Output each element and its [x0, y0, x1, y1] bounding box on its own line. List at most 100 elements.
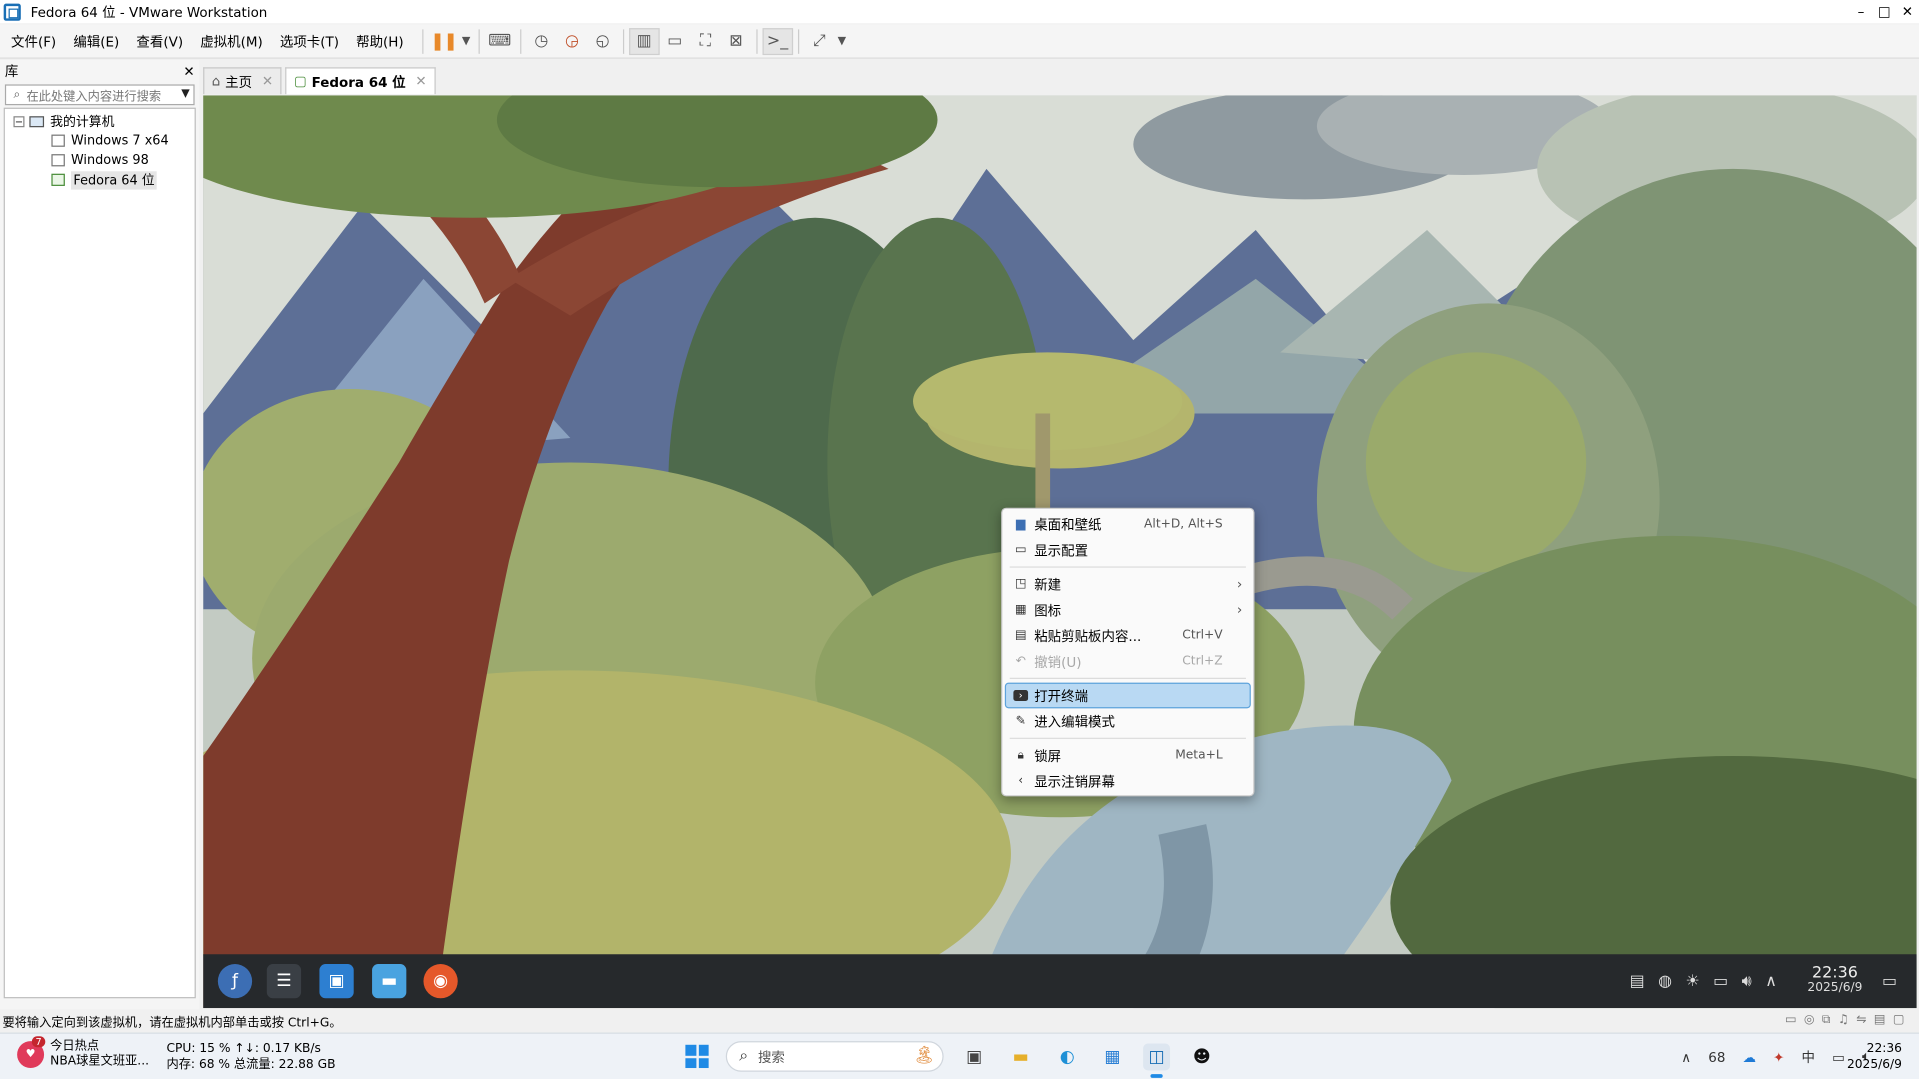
menu-item-display-config[interactable]: ▭ 显示配置 [1002, 537, 1253, 563]
toolbar-separator [622, 28, 624, 54]
stretch-dropdown-icon[interactable]: ▼ [834, 28, 849, 55]
menu-item-label: 撤销(U) [1034, 653, 1082, 670]
qq-icon[interactable]: ☻ [1188, 1044, 1215, 1071]
library-search-input[interactable]: ⌕ 在此处键入内容进行搜索 ▼ [4, 84, 195, 106]
menu-item-open-terminal[interactable]: › 打开终端 [1004, 682, 1251, 709]
volume-icon[interactable]: 🔊︎ [1742, 972, 1752, 990]
chevron-left-icon: ‹ [1018, 774, 1024, 788]
network-icon[interactable]: ◍ [1658, 972, 1672, 990]
menu-view[interactable]: 查看(V) [130, 31, 189, 51]
menu-file[interactable]: 文件(F) [5, 31, 62, 51]
firefox-icon[interactable]: ◉ [423, 964, 458, 999]
menu-item-label: 打开终端 [1034, 688, 1089, 705]
cdrom-icon[interactable]: ◎ [1804, 1013, 1815, 1026]
hdd-icon[interactable]: ▭ [1785, 1013, 1797, 1026]
library-close-icon[interactable]: ✕ [183, 63, 194, 79]
display-tray-icon[interactable]: ▭ [1713, 972, 1728, 990]
show-library-icon[interactable]: ▥ [628, 27, 660, 55]
tab-home[interactable]: ⌂ 主页 ✕ [203, 67, 282, 95]
snapshot-manager-icon[interactable]: ◵ [587, 28, 618, 55]
fullscreen-icon[interactable]: ⛶ [690, 28, 721, 55]
tray-expand-icon[interactable]: ∧ [1765, 972, 1777, 990]
tray-count[interactable]: 68 [1708, 1049, 1725, 1065]
title-bar: Fedora 64 位 - VMware Workstation – □ ✕ [0, 0, 1919, 24]
tree-node-fedora[interactable]: Fedora 64 位 [5, 170, 195, 190]
tab-close-icon[interactable]: ✕ [415, 73, 426, 89]
pause-icon[interactable]: ❚❚ [428, 28, 459, 55]
device-icons: ▭ ◎ ⧉ ♫ ⇋ ▤ ▢ [1778, 1013, 1905, 1026]
sound-card-icon[interactable]: ♫ [1838, 1013, 1849, 1026]
revert-snapshot-icon[interactable]: ◶ [557, 28, 588, 55]
ime-indicator[interactable]: 中 [1802, 1047, 1815, 1067]
unity-icon[interactable]: ⊠ [721, 28, 752, 55]
windows-taskbar: ♥ 7 今日热点 NBA球星文班亚... CPU: 15 % ↑↓: 0.17 K… [0, 1032, 1919, 1079]
windows-clock[interactable]: 22:36 2025/6/9 [1847, 1041, 1902, 1073]
security-icon[interactable]: ✦ [1773, 1049, 1784, 1065]
computer-icon [29, 115, 45, 127]
submenu-arrow-icon: › [1236, 576, 1243, 593]
system-settings-icon[interactable]: ☰ [266, 964, 302, 999]
performance-monitor: CPU: 15 % ↑↓: 0.17 KB/s 内存: 68 % 总流量: 22… [166, 1041, 335, 1073]
tree-node-windows98[interactable]: Windows 98 [5, 150, 195, 170]
collapse-icon[interactable]: − [13, 115, 25, 127]
undo-icon: ↶ [1015, 654, 1026, 668]
menu-item-label: 粘贴剪贴板内容... [1034, 628, 1142, 645]
thumbnail-bar-icon[interactable]: ▭ [659, 28, 690, 55]
snapshot-icon[interactable]: ◷ [526, 28, 557, 55]
tree-node-windows7[interactable]: Windows 7 x64 [5, 131, 195, 151]
menu-item-lock-screen[interactable]: 🔒︎ 锁屏 Meta+L [1002, 743, 1253, 769]
menu-item-shortcut: Meta+L [1175, 748, 1223, 763]
clipboard-icon[interactable]: ▤ [1630, 972, 1645, 990]
menu-item-desktop-wallpaper[interactable]: ▆ 桌面和壁纸 Alt+D, Alt+S [1002, 511, 1253, 537]
vm-console[interactable]: ▆ 桌面和壁纸 Alt+D, Alt+S ▭ 显示配置 ◳ 新建 › ▦ 图标 … [203, 95, 1917, 1009]
console-view-icon[interactable]: >_ [762, 27, 793, 55]
menu-help[interactable]: 帮助(H) [350, 31, 410, 51]
stretch-guest-icon[interactable]: ⤢ [804, 28, 835, 55]
windows-start-icon[interactable] [685, 1044, 709, 1069]
search-dropdown-icon[interactable]: ▼ [181, 88, 189, 100]
menu-edit[interactable]: 编辑(E) [67, 31, 125, 51]
close-button[interactable]: ✕ [1896, 0, 1919, 23]
menu-item-label: 显示注销屏幕 [1034, 773, 1115, 790]
status-bar: 要将输入定向到该虚拟机，请在虚拟机内部单击或按 Ctrl+G。 ▭ ◎ ⧉ ♫ … [0, 1010, 1919, 1032]
menu-vm[interactable]: 虚拟机(M) [194, 31, 269, 51]
network-adapter-icon[interactable]: ⧉ [1822, 1013, 1831, 1026]
tray-overflow-icon[interactable]: ∧ [1681, 1049, 1691, 1065]
tree-node-my-computer[interactable]: − 我的计算机 [5, 111, 195, 131]
task-view-icon[interactable]: ▣ [961, 1044, 988, 1071]
fedora-clock[interactable]: 22:36 2025/6/9 [1794, 965, 1862, 995]
software-store-icon[interactable]: ▣ [319, 964, 354, 999]
microsoft-store-icon[interactable]: ▦ [1099, 1044, 1126, 1071]
edge-browser-icon[interactable]: ◐ [1054, 1044, 1081, 1071]
vmware-app-icon [3, 3, 21, 21]
menu-item-icons[interactable]: ▦ 图标 › [1002, 597, 1253, 623]
news-widget[interactable]: ♥ 7 今日热点 NBA球星文班亚... [17, 1036, 149, 1069]
menu-item-label: 桌面和壁纸 [1034, 516, 1102, 533]
cpu-readout: CPU: 15 % ↑↓: 0.17 KB/s [166, 1042, 321, 1056]
network-status-icon[interactable]: ▭ [1832, 1049, 1845, 1065]
menu-item-logout-screen[interactable]: ‹ 显示注销屏幕 [1002, 768, 1253, 794]
onedrive-icon[interactable]: ☁ [1743, 1049, 1756, 1065]
vmware-taskbar-icon[interactable]: ◫ [1143, 1043, 1171, 1078]
taskbar-search-box[interactable]: ⌕ 搜索 🏝︎ [725, 1041, 944, 1072]
tab-fedora[interactable]: ▢ Fedora 64 位 ✕ [285, 67, 436, 95]
minimize-button[interactable]: – [1849, 0, 1872, 23]
menu-item-edit-mode[interactable]: ✎ 进入编辑模式 [1002, 708, 1253, 734]
file-explorer-icon[interactable]: ▬ [1007, 1044, 1034, 1071]
pause-dropdown-icon[interactable]: ▼ [459, 28, 474, 55]
windows-system-tray: ∧ 68 ☁ ✦ 中 ▭ 🔈︎ [1664, 1034, 1870, 1079]
menu-item-paste[interactable]: ▤ 粘贴剪贴板内容... Ctrl+V [1002, 623, 1253, 649]
tab-label: 主页 [225, 74, 253, 90]
menu-tabs[interactable]: 选项卡(T) [274, 31, 345, 51]
menu-item-new[interactable]: ◳ 新建 › [1002, 571, 1253, 597]
fedora-launcher-icon[interactable]: ƒ [217, 964, 253, 999]
send-ctrl-alt-del-icon[interactable]: ⌨ [484, 28, 515, 55]
show-desktop-icon[interactable]: ▭ [1882, 972, 1897, 990]
tab-close-icon[interactable]: ✕ [262, 73, 273, 89]
brightness-icon[interactable]: ☀ [1685, 972, 1699, 990]
message-icon[interactable]: ▢ [1893, 1013, 1905, 1026]
printer-icon[interactable]: ▤ [1874, 1013, 1886, 1026]
file-manager-icon[interactable]: ▬ [372, 964, 407, 999]
usb-icon[interactable]: ⇋ [1856, 1013, 1866, 1026]
maximize-button[interactable]: □ [1873, 0, 1896, 23]
